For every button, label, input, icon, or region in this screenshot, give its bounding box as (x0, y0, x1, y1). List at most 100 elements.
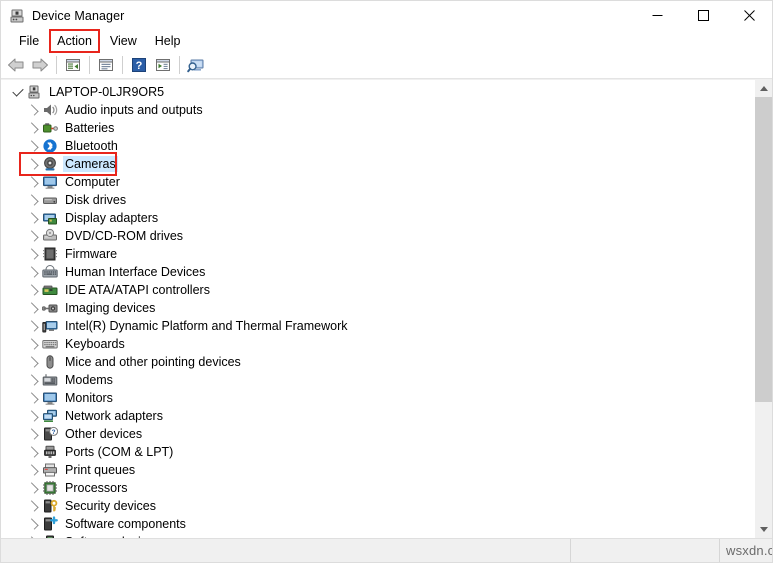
tree-item[interactable]: Intel(R) Dynamic Platform and Thermal Fr… (1, 317, 754, 335)
menu-action[interactable]: Action (48, 29, 101, 53)
tree-item-label: Processors (65, 481, 128, 495)
expand-chevron-icon[interactable] (26, 191, 42, 209)
menu-help[interactable]: Help (146, 32, 190, 50)
expand-chevron-icon[interactable] (26, 119, 42, 137)
tree-item[interactable]: Print queues (1, 461, 754, 479)
tree-item[interactable]: Software components (1, 515, 754, 533)
title-bar: Device Manager (1, 1, 772, 30)
tree-item[interactable]: Display adapters (1, 209, 754, 227)
tree-item-label: DVD/CD-ROM drives (65, 229, 184, 243)
menu-file[interactable]: File (10, 32, 48, 50)
scrollbar-thumb[interactable] (755, 97, 772, 403)
tree-item[interactable]: Computer (1, 173, 754, 191)
expand-chevron-icon[interactable] (26, 173, 42, 191)
expand-chevron-icon[interactable] (26, 461, 42, 479)
scan-for-hardware-changes-icon[interactable] (184, 54, 208, 76)
expand-chevron-icon[interactable] (26, 299, 42, 317)
close-button[interactable] (726, 1, 772, 30)
expand-chevron-icon[interactable] (26, 443, 42, 461)
expand-chevron-icon[interactable] (26, 317, 42, 335)
device-manager-icon (9, 8, 25, 24)
expand-chevron-icon[interactable] (26, 335, 42, 353)
tree-item-label: Mice and other pointing devices (65, 355, 241, 369)
tree-item[interactable]: Security devices (1, 497, 754, 515)
tree-item-label: Intel(R) Dynamic Platform and Thermal Fr… (65, 319, 348, 333)
tree-item[interactable]: Mice and other pointing devices (1, 353, 754, 371)
software-component-icon (42, 516, 58, 532)
status-pane-message (1, 539, 571, 562)
tree-item-label: Ports (COM & LPT) (65, 445, 174, 459)
modem-icon (42, 372, 58, 388)
vertical-scrollbar[interactable] (754, 80, 772, 538)
expand-chevron-icon[interactable] (26, 263, 42, 281)
tree-item[interactable]: Cameras (1, 152, 754, 176)
expand-chevron-icon[interactable] (26, 407, 42, 425)
tree-item[interactable]: Ports (COM & LPT) (1, 443, 754, 461)
expand-chevron-icon[interactable] (26, 389, 42, 407)
device-tree-container: LAPTOP-0LJR9OR5 Audio inputs and outputs B… (1, 79, 772, 538)
tree-item[interactable]: Network adapters (1, 407, 754, 425)
display-adapter-icon (42, 210, 58, 226)
bluetooth-icon (42, 138, 58, 154)
tree-item[interactable]: Human Interface Devices (1, 263, 754, 281)
expand-chevron-icon[interactable] (26, 245, 42, 263)
expand-chevron-icon[interactable] (26, 101, 42, 119)
tree-item[interactable]: Firmware (1, 245, 754, 263)
tree-root-label: LAPTOP-0LJR9OR5 (49, 85, 165, 99)
tree-item-label: Audio inputs and outputs (65, 103, 203, 117)
forward-arrow-icon[interactable] (28, 54, 52, 76)
tree-item[interactable]: Batteries (1, 119, 754, 137)
minimize-button[interactable] (634, 1, 680, 30)
expand-chevron-icon[interactable] (26, 371, 42, 389)
maximize-button[interactable] (680, 1, 726, 30)
expand-chevron-icon[interactable] (26, 155, 42, 173)
tree-item-label: Other devices (65, 427, 143, 441)
expand-chevron-icon[interactable] (26, 209, 42, 227)
toolbar-separator (122, 56, 123, 74)
expand-chevron-icon[interactable] (26, 425, 42, 443)
update-driver-icon[interactable] (94, 54, 118, 76)
expand-chevron-icon[interactable] (26, 281, 42, 299)
scroll-down-icon[interactable] (755, 521, 772, 538)
tree-item-label: Firmware (65, 247, 118, 261)
window-controls (634, 1, 772, 30)
tree-item[interactable]: Keyboards (1, 335, 754, 353)
expand-chevron-icon[interactable] (26, 353, 42, 371)
back-arrow-icon[interactable] (4, 54, 28, 76)
expand-chevron-icon[interactable] (26, 515, 42, 533)
expand-chevron-icon[interactable] (26, 227, 42, 245)
tree-item[interactable]: ? Other devices (1, 425, 754, 443)
tree-item-label: Human Interface Devices (65, 265, 206, 279)
tree-item[interactable]: Processors (1, 479, 754, 497)
expand-chevron-icon[interactable] (10, 83, 26, 101)
mouse-icon (42, 354, 58, 370)
tree-item[interactable]: Audio inputs and outputs (1, 101, 754, 119)
watermark-text: wsxdn.com (726, 543, 772, 558)
imaging-device-icon (41, 300, 58, 316)
expand-chevron-icon[interactable] (26, 479, 42, 497)
tree-item[interactable]: Disk drives (1, 191, 754, 209)
status-pane-secondary (571, 539, 720, 562)
scroll-up-icon[interactable] (755, 80, 772, 97)
menu-view[interactable]: View (101, 32, 146, 50)
tree-item[interactable]: Imaging devices (1, 299, 754, 317)
tree-item[interactable]: IDE ATA/ATAPI controllers (1, 281, 754, 299)
computer-root-icon (26, 84, 42, 100)
svg-text:?: ? (52, 429, 56, 436)
expand-chevron-icon[interactable] (26, 137, 42, 155)
svg-text:?: ? (136, 60, 143, 72)
battery-icon (42, 120, 58, 136)
tree-item[interactable]: Monitors (1, 389, 754, 407)
device-tree[interactable]: LAPTOP-0LJR9OR5 Audio inputs and outputs B… (1, 80, 754, 538)
properties-icon[interactable] (61, 54, 85, 76)
tree-root-item[interactable]: LAPTOP-0LJR9OR5 (1, 83, 754, 101)
scrollbar-track[interactable] (755, 97, 772, 521)
expand-chevron-icon[interactable] (26, 497, 42, 515)
show-hidden-devices-icon[interactable] (151, 54, 175, 76)
tree-item[interactable]: Bluetooth (1, 137, 754, 155)
ide-controller-icon (42, 282, 58, 298)
menu-bar: File Action View Help (1, 29, 772, 53)
tree-item[interactable]: Modems (1, 371, 754, 389)
help-icon[interactable]: ? (127, 54, 151, 76)
tree-item[interactable]: DVD/CD-ROM drives (1, 227, 754, 245)
